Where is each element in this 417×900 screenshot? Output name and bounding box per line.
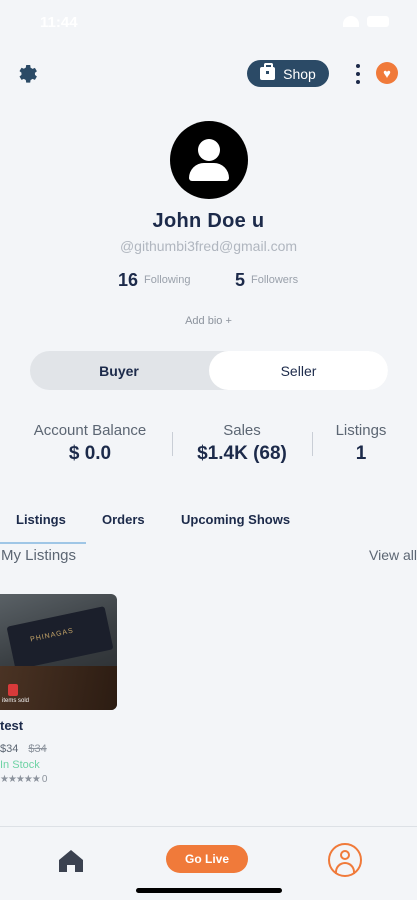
more-options-icon[interactable] (354, 64, 362, 84)
battery-icon (367, 16, 389, 27)
rating-count: 0 (41, 774, 48, 785)
buyer-seller-toggle[interactable]: Buyer Seller (30, 351, 388, 390)
star-icons: ★★★★★ (0, 774, 41, 785)
divider (312, 432, 313, 456)
top-bar: Shop ♥ (0, 58, 417, 90)
seller-option[interactable]: Seller (209, 351, 388, 390)
follow-stats: 16 Following 5 Followers (0, 270, 417, 292)
image-caption: items sold (2, 698, 30, 704)
profile-icon[interactable] (328, 843, 362, 877)
listing-image[interactable]: PHINAGAS items sold (0, 594, 117, 710)
home-indicator (136, 888, 282, 893)
listing-original-price: $34 (28, 743, 47, 755)
section-title: My Listings (1, 547, 77, 564)
stat-sales: Sales $1.4K (68) (186, 422, 298, 465)
seller-stats: Account Balance $ 0.0 Sales $1.4K (68) L… (0, 422, 417, 472)
add-bio-link[interactable]: Add bio + (0, 315, 417, 327)
profile-tabs: Listings Orders Upcoming Shows (0, 510, 417, 544)
listing-card[interactable]: PHINAGAS items sold test $34 $34 In Stoc… (0, 594, 117, 785)
followers-label[interactable]: Followers (251, 274, 298, 286)
stat-account-balance: Account Balance $ 0.0 (28, 422, 152, 465)
listing-title: test (0, 718, 24, 733)
wifi-icon (343, 16, 359, 27)
following-count[interactable]: 16 (118, 270, 138, 291)
active-tab-indicator (0, 542, 86, 544)
avatar-body-shape (189, 163, 229, 181)
shopping-bag-icon (260, 63, 276, 80)
status-time: 11:44 (40, 14, 78, 31)
avatar[interactable] (170, 121, 248, 199)
profile-name: John Doe u (152, 210, 265, 232)
followers-count[interactable]: 5 (235, 270, 245, 291)
profile-email: @githumbi3fred@gmail.com (119, 238, 298, 254)
rating: ★★★★★ 0 (0, 774, 117, 785)
price-row: $34 $34 (0, 743, 117, 755)
shop-button[interactable]: Shop (247, 60, 329, 87)
avatar-head-shape (198, 139, 220, 161)
stat-label: Account Balance (33, 422, 147, 439)
listing-price: $34 (0, 743, 19, 755)
gear-icon[interactable] (16, 62, 40, 86)
buyer-option[interactable]: Buyer (30, 351, 208, 390)
stat-value: $1.4K (68) (197, 443, 287, 464)
trash-icon[interactable] (8, 684, 18, 696)
shop-button-label: Shop (283, 65, 316, 82)
product-box (6, 606, 114, 670)
heart-icon[interactable]: ♥ (376, 62, 398, 84)
divider (172, 432, 173, 456)
home-icon[interactable] (57, 849, 85, 873)
stat-label: Listings (335, 422, 387, 439)
status-bar: 11:44 (0, 0, 417, 44)
stat-value: $ 0.0 (68, 443, 112, 464)
view-all-link[interactable]: View all (369, 547, 417, 563)
stock-status: In Stock (0, 759, 40, 771)
tab-listings[interactable]: Listings (16, 512, 66, 527)
stat-label: Sales (223, 422, 261, 439)
stat-value: 1 (355, 443, 367, 464)
go-live-button[interactable]: Go Live (166, 845, 248, 873)
tab-orders[interactable]: Orders (102, 512, 145, 527)
stat-listings: Listings 1 (326, 422, 396, 465)
tab-upcoming-shows[interactable]: Upcoming Shows (181, 512, 290, 527)
status-icons (343, 16, 389, 27)
following-label[interactable]: Following (144, 274, 190, 286)
